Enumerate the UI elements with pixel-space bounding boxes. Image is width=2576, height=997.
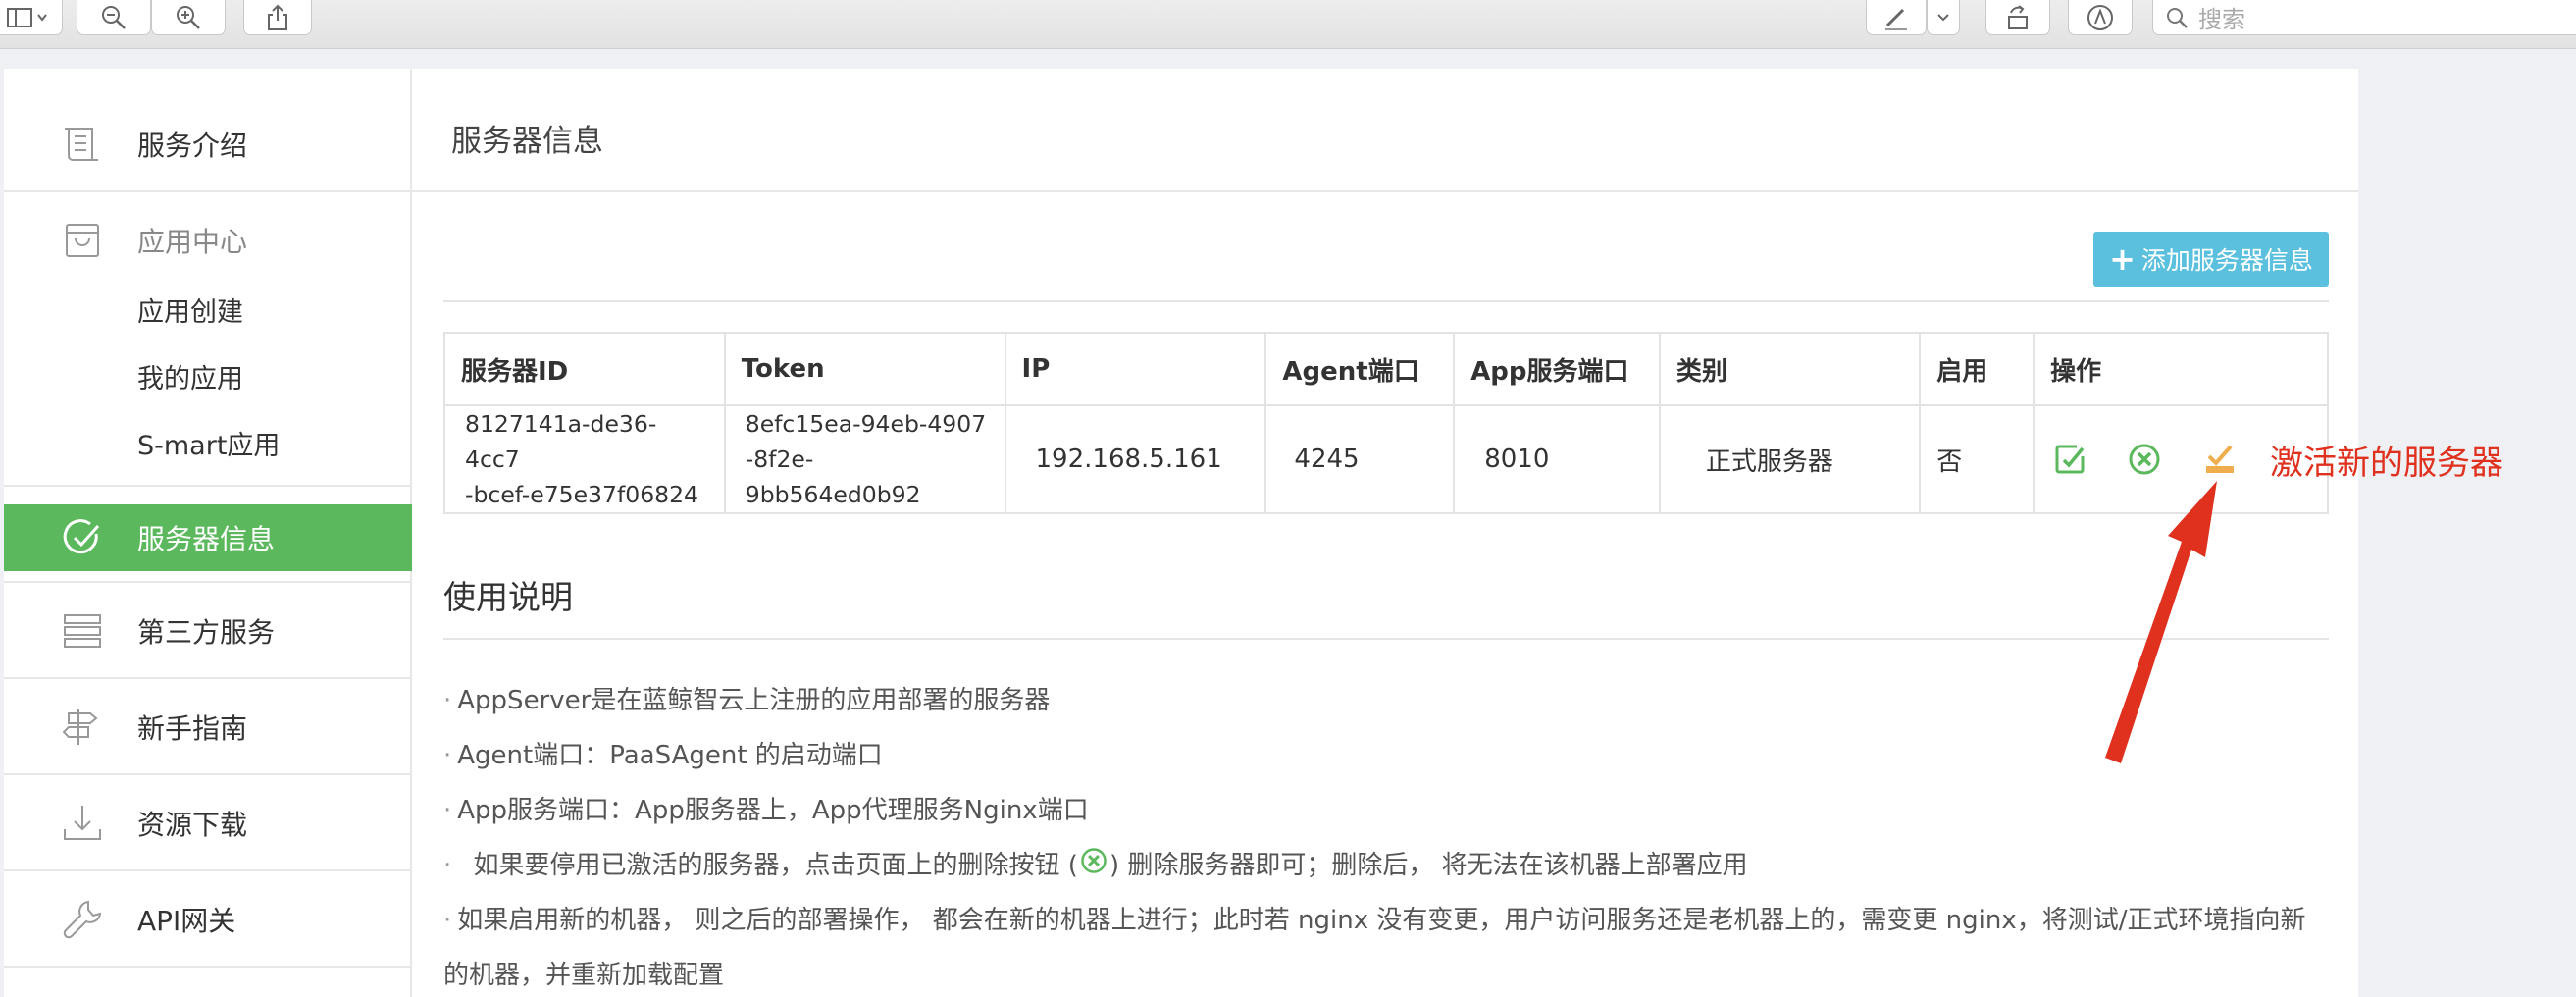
sidebar-divider [4,966,412,968]
usage-item: · 如果要停用已激活的服务器，点击页面上的删除按钮 ( ) 删除服务器即可；删除… [443,838,2329,894]
annotation-label: 激活新的服务器 [2270,444,2503,483]
sidebar-divider [4,485,412,487]
plus-icon: + [2109,240,2136,278]
search-placeholder: 搜索 [2198,6,2245,33]
cell-enabled: 否 [1919,404,2035,514]
usage-text: 如果启用新的机器， 则之后的部署操作， 都会在新的机器上进行；此时若 nginx… [457,906,2306,935]
cell-app-port: 8010 [1453,404,1661,514]
column-header-enabled: 启用 [1919,332,2035,406]
sidebar-item-beginner-guide[interactable]: 新手指南 [4,679,412,775]
bag-icon [59,217,106,264]
usage-text: 如果要停用已激活的服务器，点击页面上的删除按钮 ( [473,851,1078,880]
preview-toolbar: 搜索 [0,0,2576,49]
usage-text: 的机器，并重新加载配置 [443,961,725,990]
usage-text: App服务端口：App服务器上，App代理服务Nginx端口 [457,796,1089,825]
server-id-line: -bcef-e75e37f06824 [465,481,698,508]
pen-icon [1885,8,1907,30]
sidebar-icon [7,7,47,27]
sidebar-subitem-smart-apps[interactable]: S-mart应用 [137,424,280,462]
cell-token: 8efc15ea-94eb-4907 -8f2e-9bb564ed0b92 [723,404,1006,514]
chevron-down-icon [1937,13,1949,21]
rotate-button[interactable] [1985,0,2050,35]
sidebar-item-service-intro[interactable]: 服务介绍 [4,96,412,192]
sidebar-item-server-info[interactable]: 服务器信息 [4,504,412,571]
add-server-button-label: 添加服务器信息 [2140,246,2313,275]
cell-agent-port: 4245 [1264,404,1456,514]
page-title: 服务器信息 [451,124,603,159]
column-header-server-id: 服务器ID [443,332,726,406]
zoom-in-button[interactable] [151,0,226,35]
share-button[interactable] [243,0,312,35]
zoom-out-icon [102,5,126,29]
cell-ip: 192.168.5.161 [1004,404,1267,514]
edit-icon[interactable] [2050,440,2089,479]
scroll-icon [59,121,106,168]
title-divider [412,190,2358,192]
sidebar: 服务介绍 应用中心 应用创建 我的应用 S-mart应用 服务器信息 第三方服务… [4,69,412,997]
usage-text: ) 删除服务器即可；删除后， 将无法在该机器上部署应用 [1108,851,1748,880]
sidebar-toggle-button[interactable] [0,0,63,35]
share-icon [268,4,287,30]
toolbar-divider [443,300,2329,302]
column-header-ip: IP [1004,332,1267,406]
sidebar-subitem-my-apps[interactable]: 我的应用 [137,357,243,395]
sidebar-item-label: 资源下载 [137,809,248,841]
wrench-icon [59,896,106,943]
annotate-icon [2087,4,2113,30]
download-icon [59,800,106,847]
sidebar-item-api-gateway[interactable]: API网关 [4,871,412,968]
markup-button[interactable] [1866,0,1927,35]
sidebar-item-label: API网关 [137,905,236,937]
delete-circle-icon [1080,839,1108,894]
sidebar-item-label: 应用中心 [137,226,248,258]
usage-title: 使用说明 [443,578,573,616]
usage-text: Agent端口：PaaSAgent 的启动端口 [457,741,883,770]
table-row: 8127141a-de36-4cc7 -bcef-e75e37f06824 8e… [443,404,2329,514]
usage-item: · AppServer是在蓝鲸智云上注册的应用部署的服务器 [443,686,1051,715]
search-field[interactable]: 搜索 [2152,0,2576,35]
table-header-row: 服务器ID Token IP Agent端口 App服务端口 类别 启用 操作 [443,332,2329,406]
annotate-button[interactable] [2068,0,2133,35]
search-icon [2167,7,2188,28]
column-header-actions: 操作 [2033,332,2329,406]
cell-category: 正式服务器 [1658,404,1922,514]
page-content: 服务介绍 应用中心 应用创建 我的应用 S-mart应用 服务器信息 第三方服务… [4,69,2358,997]
usage-item: · App服务端口：App服务器上，App代理服务Nginx端口 [443,796,1089,825]
server-id-line: 8127141a-de36-4cc7 [465,410,657,473]
column-header-agent-port: Agent端口 [1264,332,1456,406]
server-stack-icon [59,607,106,655]
usage-item: · Agent端口：PaaSAgent 的启动端口 [443,741,883,770]
delete-circle-icon[interactable] [2125,440,2164,479]
sidebar-item-app-center[interactable]: 应用中心 [4,192,412,289]
rotate-icon [2008,4,2028,29]
cell-server-id: 8127141a-de36-4cc7 -bcef-e75e37f06824 [443,404,726,514]
column-header-category: 类别 [1658,332,1922,406]
sidebar-item-label: 服务器信息 [137,523,276,555]
sidebar-item-downloads[interactable]: 资源下载 [4,775,412,871]
token-line: 8efc15ea-94eb-4907 [745,410,987,438]
column-header-app-port: App服务端口 [1453,332,1661,406]
usage-text: AppServer是在蓝鲸智云上注册的应用部署的服务器 [457,686,1051,715]
zoom-in-icon [177,5,200,29]
sidebar-item-third-party[interactable]: 第三方服务 [4,583,412,679]
sidebar-item-label: 新手指南 [137,712,248,745]
usage-divider [443,638,2329,640]
check-circle-icon [59,514,106,561]
usage-item-continuation: 的机器，并重新加载配置 [443,948,2329,997]
server-table: 服务器ID Token IP Agent端口 App服务端口 类别 启用 操作 … [443,332,2329,514]
sidebar-item-label: 第三方服务 [137,616,276,649]
markup-dropdown-button[interactable] [1927,0,1960,35]
activate-icon[interactable] [2200,440,2240,479]
add-server-button[interactable]: + 添加服务器信息 [2093,232,2329,287]
zoom-out-button[interactable] [77,0,151,35]
sidebar-subitem-app-create[interactable]: 应用创建 [137,290,243,329]
signpost-icon [59,704,106,751]
usage-item: · 如果启用新的机器， 则之后的部署操作， 都会在新的机器上进行；此时若 ngin… [443,906,2306,935]
sidebar-item-label: 服务介绍 [137,130,248,162]
token-line: -8f2e-9bb564ed0b92 [745,446,921,508]
column-header-token: Token [723,332,1006,406]
